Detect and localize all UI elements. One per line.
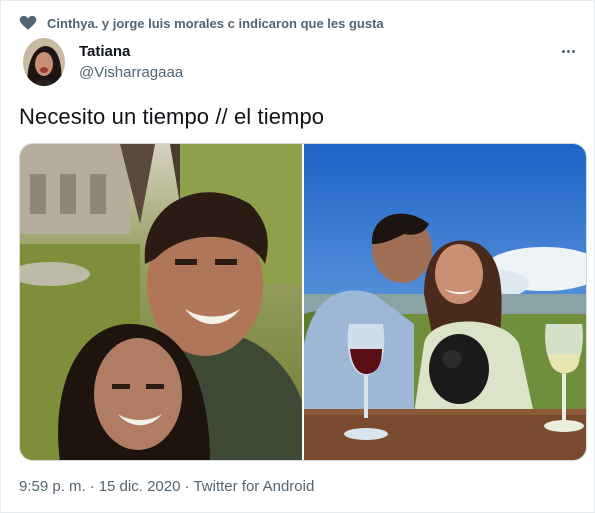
meta-separator: · (184, 478, 190, 495)
more-dot (566, 49, 570, 53)
photo-couple[interactable] (304, 144, 586, 460)
heart-icon (19, 15, 37, 30)
tweet-meta: 9:59 p. m. · 15 dic. 2020 · Twitter for … (19, 478, 314, 495)
meta-separator: · (89, 478, 95, 495)
author-handle[interactable]: @Visharragaaa (79, 63, 183, 83)
social-context-text[interactable]: Cinthya. y jorge luis morales c indicaro… (47, 16, 384, 31)
more-dot (571, 49, 575, 53)
tweet-source[interactable]: Twitter for Android (193, 478, 314, 495)
social-context: Cinthya. y jorge luis morales c indicaro… (19, 13, 384, 33)
tweet-media (19, 143, 587, 461)
tweet-card: Cinthya. y jorge luis morales c indicaro… (0, 0, 595, 513)
author-name[interactable]: Tatiana (79, 43, 183, 61)
author-block: Tatiana @Visharragaaa (79, 43, 183, 83)
tweet-time[interactable]: 9:59 p. m. (19, 478, 86, 495)
avatar[interactable] (23, 38, 65, 86)
photo-selfie[interactable] (20, 144, 302, 460)
more-options-icon[interactable] (556, 41, 580, 61)
tweet-text: Necesito un tiempo // el tiempo (19, 104, 325, 129)
tweet-date[interactable]: 15 dic. 2020 (99, 478, 181, 495)
more-dot (561, 49, 565, 53)
